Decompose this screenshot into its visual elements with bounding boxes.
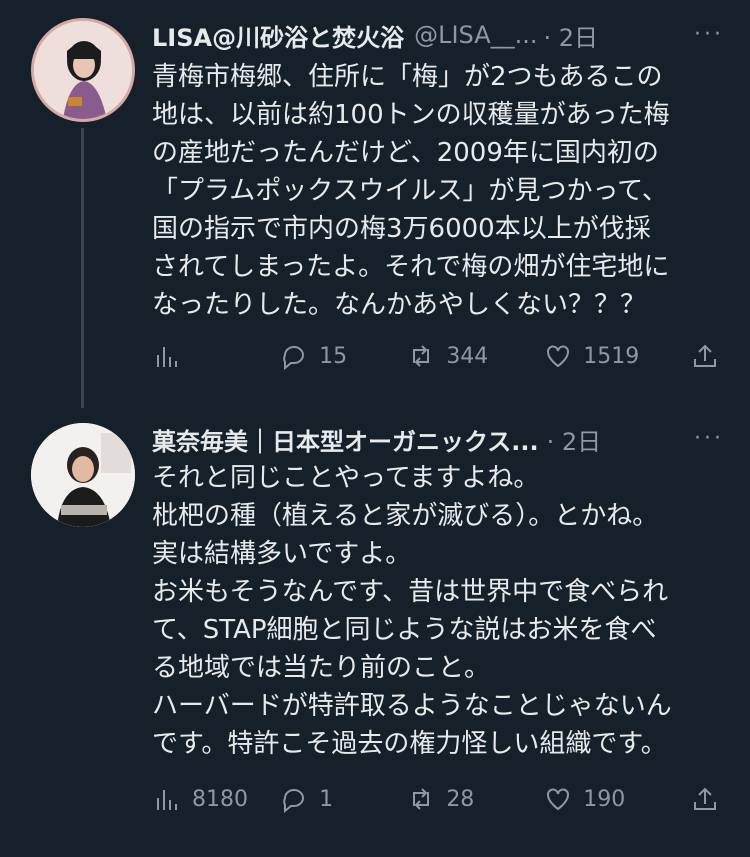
tweet-2[interactable]: 菓奈毎美｜日本型オーガニックス... · 2日 ··· それと同じことやってます…: [0, 400, 750, 857]
share-button[interactable]: [690, 341, 720, 371]
views-button[interactable]: 8180: [152, 784, 279, 814]
retweet-button[interactable]: 28: [406, 784, 543, 814]
views-button[interactable]: [152, 341, 279, 371]
user-handle[interactable]: @LISA__...: [414, 21, 537, 49]
like-count: 190: [583, 786, 626, 812]
like-button[interactable]: 190: [543, 784, 690, 814]
avatar-photo: [34, 21, 132, 119]
reply-button[interactable]: 15: [279, 341, 406, 371]
retweet-icon: [413, 788, 430, 810]
reply-icon: [283, 789, 305, 814]
tweet-actions: 15 344 1519: [152, 336, 720, 376]
reply-icon: [283, 346, 305, 371]
retweet-icon: [413, 345, 430, 367]
retweet-count: 28: [446, 786, 475, 812]
retweet-button[interactable]: 344: [406, 341, 543, 371]
timestamp[interactable]: · 2日: [547, 422, 602, 457]
views-count: 8180: [192, 786, 248, 812]
retweet-count: 344: [446, 343, 489, 369]
display-name[interactable]: LISA@川砂浴と焚火浴: [152, 18, 404, 53]
reply-count: 15: [319, 343, 348, 369]
tweet-header: LISA@川砂浴と焚火浴 @LISA__... · 2日: [152, 18, 750, 52]
views-icon: [157, 347, 177, 367]
avatar[interactable]: [31, 18, 135, 122]
views-icon: [157, 790, 177, 810]
avatar-photo: [31, 423, 135, 527]
tweet-1[interactable]: LISA@川砂浴と焚火浴 @LISA__... · 2日 ··· 青梅市梅郷、住…: [0, 0, 750, 408]
reply-count: 1: [319, 786, 334, 812]
like-icon: [547, 788, 570, 811]
reply-button[interactable]: 1: [279, 784, 406, 814]
share-icon: [694, 344, 716, 367]
more-options-button[interactable]: ···: [694, 426, 724, 451]
timestamp[interactable]: · 2日: [544, 18, 599, 53]
tweet-header: 菓奈毎美｜日本型オーガニックス... · 2日: [152, 422, 650, 456]
share-button[interactable]: [690, 784, 720, 814]
like-button[interactable]: 1519: [543, 341, 690, 371]
like-icon: [547, 345, 570, 368]
tweet-actions: 8180 1 28 190: [152, 779, 720, 819]
tweet-text: 青梅市梅郷、住所に「梅」が2つもあるこの 地は、以前は約100トンの収穫量があっ…: [152, 62, 670, 320]
more-options-button[interactable]: ···: [694, 22, 724, 47]
like-count: 1519: [583, 343, 640, 369]
tweet-text: それと同じことやってますよね。 枇杷の種（植えると家が滅びる）。とかね。 実は結…: [152, 463, 672, 759]
thread-line: [81, 128, 84, 408]
display-name[interactable]: 菓奈毎美｜日本型オーガニックス...: [152, 422, 539, 457]
share-icon: [694, 787, 716, 810]
avatar[interactable]: [31, 423, 135, 527]
